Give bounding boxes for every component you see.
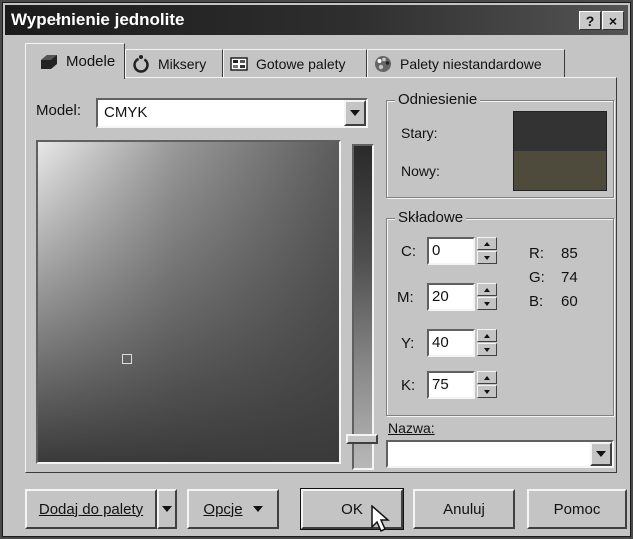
arrow-down-icon (484, 347, 490, 352)
model-value: CMYK (104, 104, 148, 121)
m-label: M: (397, 289, 414, 306)
old-color-swatch (514, 112, 606, 151)
y-decrement-button[interactable] (477, 343, 497, 356)
model-dropdown-button[interactable] (344, 100, 366, 126)
window-title: Wypełnienie jednolite (11, 10, 185, 29)
color-wheel-icon (132, 54, 150, 73)
chevron-down-icon (252, 506, 263, 512)
m-input[interactable]: 20 (427, 283, 475, 311)
c-input[interactable]: 0 (427, 237, 475, 265)
c-label: C: (401, 243, 416, 260)
model-select[interactable]: CMYK (96, 98, 368, 128)
color-preview (513, 111, 607, 191)
chevron-down-icon (596, 451, 606, 457)
new-color-swatch (514, 151, 606, 190)
k-decrement-button[interactable] (477, 385, 497, 398)
k-spinbox[interactable]: 75 (427, 371, 499, 399)
add-to-palette-button[interactable]: Dodaj do palety (25, 489, 157, 529)
help-button[interactable]: Pomoc (527, 489, 627, 529)
close-title-button[interactable]: × (602, 11, 624, 30)
b-label: B: (529, 293, 544, 310)
chevron-down-icon (162, 506, 172, 512)
c-decrement-button[interactable] (477, 251, 497, 264)
tab-gotowe-palety[interactable]: Gotowe palety (223, 49, 367, 77)
mouse-cursor-icon (371, 505, 390, 533)
reference-title: Odniesienie (395, 91, 481, 108)
b-value: 60 (561, 293, 578, 310)
palette-icon (374, 55, 392, 73)
tab-miksery[interactable]: Miksery (125, 49, 223, 77)
ok-label: OK (341, 500, 363, 518)
y-label: Y: (401, 335, 415, 352)
color-picker-marker[interactable] (122, 354, 132, 364)
help-title-button[interactable]: ? (579, 11, 601, 30)
color-slider-handle[interactable] (346, 434, 378, 444)
tab-label: Palety niestandardowe (400, 55, 542, 72)
name-dropdown-button[interactable] (590, 442, 612, 466)
y-input[interactable]: 40 (427, 329, 475, 357)
tab-label: Miksery (158, 55, 207, 72)
cube-icon (40, 54, 58, 70)
arrow-down-icon (484, 389, 490, 394)
y-increment-button[interactable] (477, 329, 497, 342)
palette-book-icon (230, 56, 248, 72)
arrow-down-icon (484, 255, 490, 260)
k-label: K: (401, 377, 416, 394)
new-label: Nowy: (401, 163, 440, 179)
tab-modele[interactable]: Modele (25, 43, 125, 79)
y-spinbox[interactable]: 40 (427, 329, 499, 357)
arrow-up-icon (484, 333, 490, 338)
color-slider[interactable] (352, 144, 374, 470)
m-decrement-button[interactable] (477, 297, 497, 310)
chevron-down-icon (350, 110, 360, 116)
tab-label: Gotowe palety (256, 55, 346, 72)
name-label: Nazwa: (388, 420, 435, 436)
components-title: Składowe (395, 209, 467, 226)
arrow-up-icon (484, 287, 490, 292)
m-spinbox[interactable]: 20 (427, 283, 499, 311)
options-button[interactable]: Opcje (187, 489, 279, 529)
r-value: 85 (561, 245, 578, 262)
arrow-up-icon (484, 375, 490, 380)
r-label: R: (529, 245, 544, 262)
old-label: Stary: (401, 125, 438, 141)
reference-group: Odniesienie Stary: Nowy: (386, 91, 614, 198)
add-to-palette-dropdown-button[interactable] (157, 489, 177, 529)
arrow-down-icon (484, 301, 490, 306)
c-increment-button[interactable] (477, 237, 497, 250)
g-label: G: (529, 269, 545, 286)
name-select[interactable] (386, 440, 614, 468)
tab-label: Modele (66, 53, 116, 70)
k-input[interactable]: 75 (427, 371, 475, 399)
cancel-button[interactable]: Anuluj (413, 489, 515, 529)
g-value: 74 (561, 269, 578, 286)
k-increment-button[interactable] (477, 371, 497, 384)
tab-palety-niestandardowe[interactable]: Palety niestandardowe (367, 49, 565, 77)
title-bar[interactable]: Wypełnienie jednolite ? × (5, 5, 628, 35)
dialog-window: Wypełnienie jednolite ? × Modele Miksery… (2, 2, 631, 537)
components-group: Składowe C: 0 M: 20 Y: 40 K: 75 R: 85 G:… (386, 209, 614, 416)
arrow-up-icon (484, 241, 490, 246)
tab-panel: Model: CMYK Odniesienie Stary: Nowy: Skł… (25, 77, 617, 473)
options-label: Opcje (203, 500, 243, 518)
c-spinbox[interactable]: 0 (427, 237, 499, 265)
color-picker-field[interactable] (36, 140, 341, 464)
m-increment-button[interactable] (477, 283, 497, 296)
model-label: Model: (36, 102, 82, 119)
